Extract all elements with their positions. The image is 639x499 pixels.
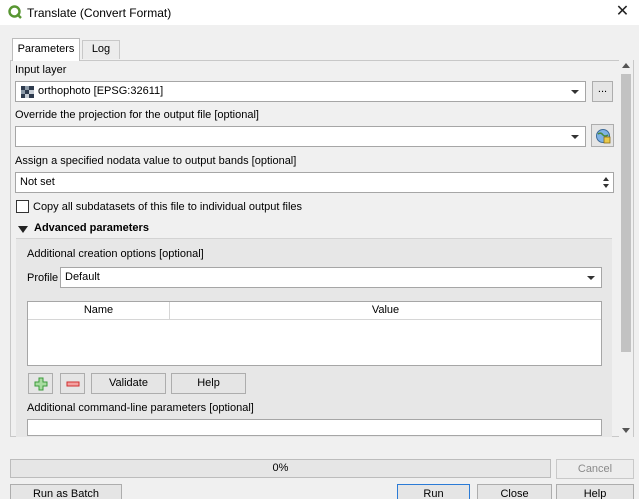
- window-title: Translate (Convert Format): [27, 6, 172, 20]
- chevron-down-icon: [571, 135, 579, 139]
- remove-row-button[interactable]: [60, 373, 85, 394]
- input-layer-value: orthophoto [EPSG:32611]: [38, 85, 164, 97]
- validate-button[interactable]: Validate: [91, 373, 166, 394]
- select-crs-button[interactable]: [591, 124, 614, 147]
- tab-parameters[interactable]: Parameters: [12, 38, 80, 61]
- spin-arrows-icon[interactable]: [601, 174, 611, 191]
- chevron-down-icon: [571, 90, 579, 94]
- raster-layer-icon: [21, 86, 34, 98]
- profile-label: Profile: [27, 272, 59, 284]
- collapse-triangle-icon[interactable]: [18, 226, 28, 233]
- browse-input-button[interactable]: ...: [592, 81, 613, 102]
- copy-subdatasets-checkbox[interactable]: [16, 200, 29, 213]
- column-header-value[interactable]: Value: [170, 302, 601, 320]
- creation-options-label: Additional creation options [optional]: [27, 248, 204, 260]
- scrollbar-thumb[interactable]: [621, 74, 631, 352]
- cancel-button[interactable]: Cancel: [556, 459, 634, 479]
- progress-bar: 0%: [10, 459, 551, 478]
- chevron-down-icon: [587, 276, 595, 280]
- close-window-button[interactable]: ✕: [606, 1, 639, 23]
- nodata-value: Not set: [20, 176, 55, 188]
- cmdline-label: Additional command-line parameters [opti…: [27, 402, 254, 414]
- run-batch-button[interactable]: Run as Batch Process...: [10, 484, 122, 499]
- qgis-icon: [8, 5, 22, 19]
- nodata-label: Assign a specified nodata value to outpu…: [15, 155, 297, 167]
- advanced-parameters-header[interactable]: Advanced parameters: [34, 222, 149, 234]
- help-button[interactable]: Help: [556, 484, 634, 499]
- column-header-name[interactable]: Name: [28, 302, 170, 320]
- scroll-up-icon[interactable]: [622, 63, 630, 68]
- plus-icon: [34, 377, 48, 391]
- title-bar: Translate (Convert Format) ✕: [0, 0, 639, 25]
- close-button[interactable]: Close: [477, 484, 552, 499]
- cmdline-input[interactable]: [27, 419, 602, 436]
- creation-options-table[interactable]: Name Value: [27, 301, 602, 366]
- add-row-button[interactable]: [28, 373, 53, 394]
- input-layer-select[interactable]: orthophoto [EPSG:32611]: [15, 81, 586, 102]
- tab-log[interactable]: Log: [82, 40, 120, 59]
- globe-icon: [596, 129, 611, 144]
- nodata-spinbox[interactable]: Not set: [15, 172, 614, 193]
- copy-subdatasets-label: Copy all subdatasets of this file to ind…: [33, 201, 303, 213]
- scroll-down-icon[interactable]: [622, 428, 630, 433]
- progress-text: 0%: [272, 462, 289, 474]
- minus-icon: [66, 381, 80, 387]
- profile-select[interactable]: Default: [60, 267, 602, 288]
- profile-value: Default: [65, 271, 100, 283]
- projection-label: Override the projection for the output f…: [15, 109, 259, 121]
- options-help-button[interactable]: Help: [171, 373, 246, 394]
- input-layer-label: Input layer: [15, 64, 67, 76]
- vertical-scrollbar[interactable]: [619, 60, 633, 437]
- run-button[interactable]: Run: [397, 484, 470, 499]
- projection-select[interactable]: [15, 126, 586, 147]
